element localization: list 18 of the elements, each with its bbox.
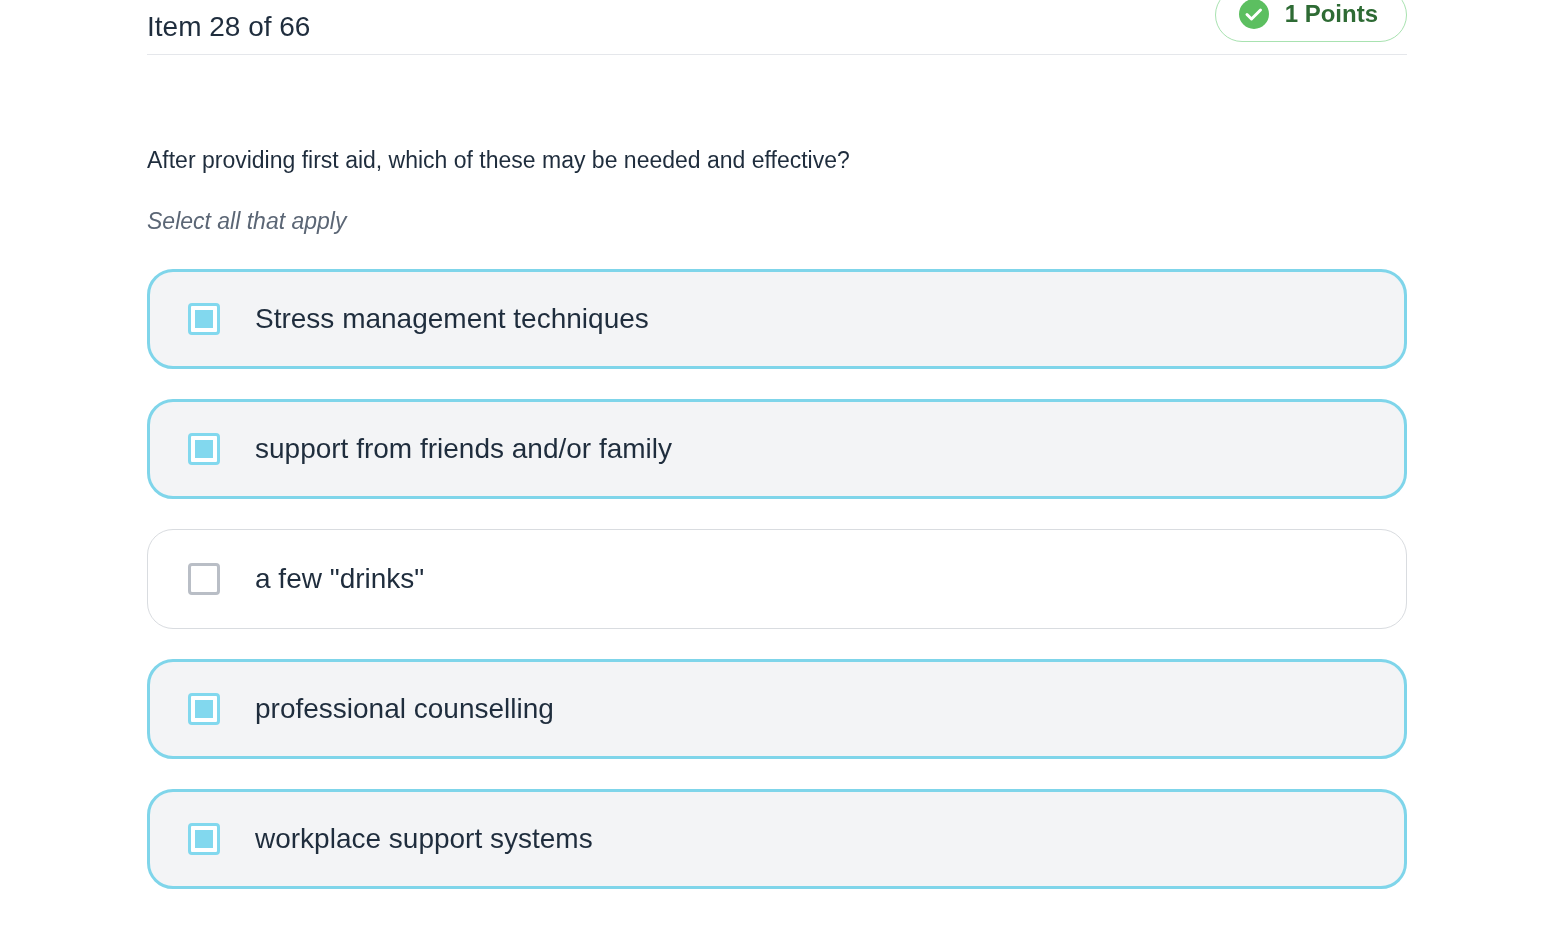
- option-label: a few "drinks": [255, 563, 425, 595]
- item-counter: Item 28 of 66: [147, 11, 311, 43]
- points-label: 1 Points: [1284, 0, 1378, 28]
- checkbox[interactable]: [188, 563, 220, 595]
- answer-option[interactable]: Stress management techniques: [147, 269, 1407, 369]
- instruction-text: Select all that apply: [147, 208, 349, 235]
- option-label: workplace support systems: [255, 823, 593, 855]
- checkbox[interactable]: [188, 433, 220, 465]
- answer-option[interactable]: workplace support systems: [147, 789, 1407, 889]
- question-text: After providing first aid, which of these may be needed and effective?: [147, 147, 851, 174]
- option-label: support from friends and/or family: [255, 433, 673, 465]
- answer-option[interactable]: support from friends and/or family: [147, 399, 1407, 499]
- option-label: professional counselling: [255, 693, 554, 725]
- option-label: Stress management techniques: [255, 303, 649, 335]
- checkbox[interactable]: [188, 303, 220, 335]
- answer-option[interactable]: professional counselling: [147, 659, 1407, 759]
- checkbox[interactable]: [188, 823, 220, 855]
- checkbox[interactable]: [188, 693, 220, 725]
